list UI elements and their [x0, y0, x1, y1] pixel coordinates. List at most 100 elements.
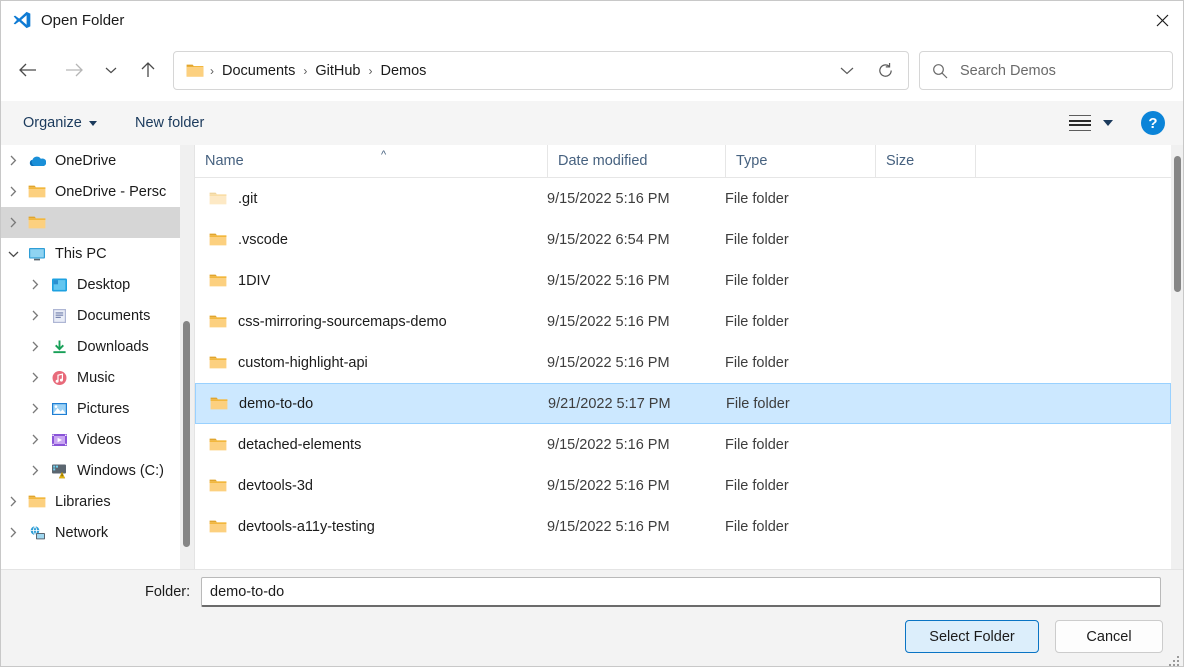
column-header-type[interactable]: Type [725, 145, 875, 177]
file-name-label: demo-to-do [239, 396, 313, 412]
cell-name: custom-highlight-api [209, 355, 368, 371]
file-list-scrollbar[interactable] [1171, 145, 1184, 569]
chevron-right-icon[interactable] [1, 527, 25, 538]
cell-name: demo-to-do [210, 396, 313, 412]
table-row[interactable]: css-mirroring-sourcemaps-demo9/15/2022 5… [195, 301, 1171, 342]
file-rows: .git9/15/2022 5:16 PMFile folder .vscode 9… [195, 178, 1171, 547]
sidebar-item-documents[interactable]: Documents [1, 300, 181, 331]
breadcrumb-item-documents[interactable]: Documents [216, 60, 301, 82]
cell-name: .vscode [209, 232, 288, 248]
sidebar-item-libraries[interactable]: Libraries [1, 486, 181, 517]
table-row[interactable]: devtools-3d9/15/2022 5:16 PMFile folder [195, 465, 1171, 506]
chevron-down-icon [89, 121, 97, 126]
cell-type: File folder [725, 437, 789, 453]
sidebar-item-label: This PC [55, 246, 107, 262]
column-header-name[interactable]: Name ^ [195, 145, 547, 177]
view-mode-button[interactable] [1065, 109, 1117, 137]
navigation-tree: OneDriveOneDrive - Persc This PC Desktop Do… [1, 145, 181, 569]
column-header-name-label: Name [205, 153, 244, 169]
vscode-icon [11, 9, 33, 31]
sidebar-item-onedrive-persc[interactable]: OneDrive - Persc [1, 176, 181, 207]
address-bar[interactable]: › Documents › GitHub › Demos [173, 51, 909, 90]
file-list-scrollbar-thumb[interactable] [1174, 156, 1181, 292]
cell-date: 9/15/2022 6:54 PM [547, 232, 670, 248]
cell-name: 1DIV [209, 273, 270, 289]
search-icon [932, 63, 948, 79]
column-header-type-label: Type [736, 153, 767, 169]
column-header-size-label: Size [886, 153, 914, 169]
sidebar-scrollbar-thumb[interactable] [183, 321, 190, 547]
column-header-size[interactable]: Size [875, 145, 975, 177]
cancel-button[interactable]: Cancel [1055, 620, 1163, 653]
column-header-date-modified[interactable]: Date modified [547, 145, 725, 177]
organize-button[interactable]: Organize [15, 109, 105, 137]
breadcrumb-item-github[interactable]: GitHub [309, 60, 366, 82]
chevron-right-icon[interactable] [1, 155, 25, 166]
column-header-spacer [975, 145, 1157, 177]
sidebar-item-onedrive[interactable]: OneDrive [1, 145, 181, 176]
up-arrow-icon[interactable] [129, 51, 167, 89]
sidebar-item-downloads[interactable]: Downloads [1, 331, 181, 362]
cell-date: 9/15/2022 5:16 PM [547, 478, 670, 494]
new-folder-button[interactable]: New folder [127, 109, 212, 137]
search-box[interactable] [919, 51, 1173, 90]
folder-input[interactable] [201, 577, 1161, 607]
table-row[interactable]: 1DIV9/15/2022 5:16 PMFile folder [195, 260, 1171, 301]
sidebar-item-windows-c[interactable]: Windows (C:) [1, 455, 181, 486]
folder-icon [209, 232, 227, 247]
navigation-bar: › Documents › GitHub › Demos [1, 39, 1184, 101]
sidebar-item-videos[interactable]: Videos [1, 424, 181, 455]
close-button[interactable] [1139, 1, 1184, 39]
folder-icon [209, 314, 227, 329]
address-chevron-down-icon[interactable] [830, 52, 864, 89]
chevron-right-icon[interactable] [1, 217, 25, 228]
chevron-down-icon[interactable] [1, 250, 25, 258]
onedrive-cloud-icon [25, 153, 49, 168]
organize-label: Organize [23, 115, 82, 131]
chevron-right-icon[interactable] [23, 403, 47, 414]
cell-type: File folder [725, 355, 789, 371]
table-row[interactable]: custom-highlight-api9/15/2022 5:16 PMFil… [195, 342, 1171, 383]
chevron-right-icon[interactable] [1, 186, 25, 197]
file-name-label: detached-elements [238, 437, 361, 453]
folder-icon [209, 478, 227, 493]
chevron-right-icon[interactable] [23, 465, 47, 476]
sidebar-item-desktop[interactable]: Desktop [1, 269, 181, 300]
resize-grip[interactable] [1169, 654, 1181, 666]
search-input[interactable] [958, 62, 1152, 80]
breadcrumb-item-demos[interactable]: Demos [374, 60, 432, 82]
table-row[interactable]: .git9/15/2022 5:16 PMFile folder [195, 178, 1171, 219]
chevron-right-icon[interactable] [1, 496, 25, 507]
table-row[interactable]: detached-elements9/15/2022 5:16 PMFile f… [195, 424, 1171, 465]
table-row[interactable]: devtools-a11y-testing9/15/2022 5:16 PMFi… [195, 506, 1171, 547]
pictures-icon [47, 401, 71, 417]
table-row[interactable]: demo-to-do9/21/2022 5:17 PMFile folder [195, 383, 1171, 424]
content-area: OneDriveOneDrive - Persc This PC Desktop Do… [1, 145, 1184, 569]
sidebar-item-music[interactable]: Music [1, 362, 181, 393]
folder-icon [25, 494, 49, 509]
music-icon [47, 370, 71, 386]
view-chevron-down-icon[interactable] [1103, 120, 1113, 126]
sidebar-item-network[interactable]: Network [1, 517, 181, 548]
chevron-right-icon[interactable] [23, 341, 47, 352]
back-arrow-icon[interactable] [9, 51, 47, 89]
chevron-right-icon[interactable] [23, 434, 47, 445]
chevron-right-icon[interactable] [23, 310, 47, 321]
sidebar-item-this-pc[interactable]: This PC [1, 238, 181, 269]
table-row[interactable]: .vscode 9/15/2022 6:54 PM File folder [195, 219, 1171, 260]
cell-name: detached-elements [209, 437, 361, 453]
cell-type: File folder [725, 232, 789, 248]
chevron-right-icon[interactable] [23, 279, 47, 290]
select-folder-button[interactable]: Select Folder [905, 620, 1039, 653]
desktop-icon [47, 277, 71, 293]
chevron-right-icon[interactable] [23, 372, 47, 383]
refresh-icon[interactable] [868, 52, 902, 89]
drive-warning-icon [47, 462, 71, 479]
recent-locations-chevron-down-icon[interactable] [95, 51, 127, 89]
help-button[interactable]: ? [1141, 111, 1165, 135]
sidebar-scrollbar[interactable] [180, 145, 194, 569]
sidebar-item-label: Documents [77, 308, 150, 324]
sidebar-item-pictures[interactable]: Pictures [1, 393, 181, 424]
sidebar-item-label: Downloads [77, 339, 149, 355]
sidebar-item-unnamed[interactable] [1, 207, 181, 238]
